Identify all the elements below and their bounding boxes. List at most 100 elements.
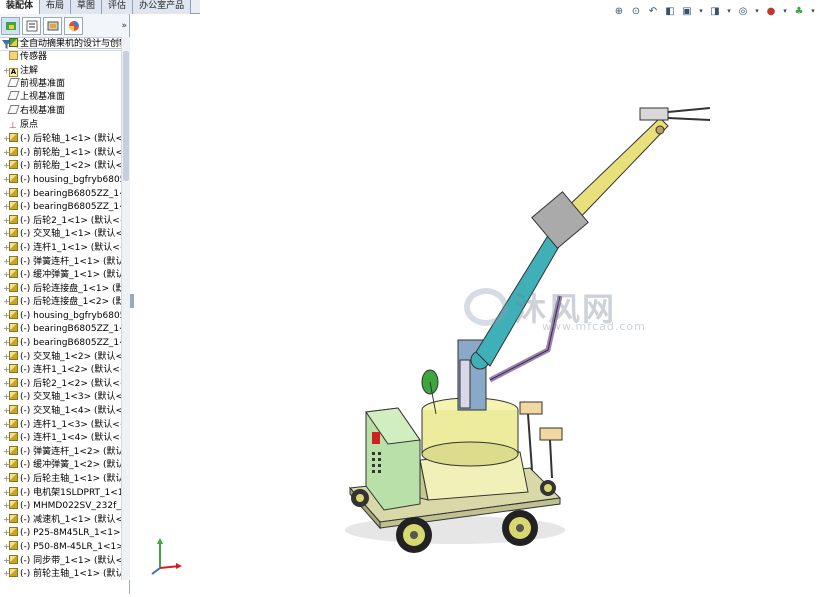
tree-item[interactable]: + (-) 交叉轴_1<2> (默认<< — [0, 350, 121, 364]
part-icon — [9, 405, 18, 415]
apply-scene-dropdown[interactable]: ▾ — [809, 4, 817, 18]
part-icon — [9, 377, 18, 387]
part-icon — [9, 459, 18, 469]
tree-item-label: (-) 缓冲弹簧_1<2> (默认 — [20, 460, 121, 471]
tree-item[interactable]: + (-) 后轮2_1<1> (默认<< — [0, 214, 121, 228]
tree-item[interactable]: + (-) 前轮主轴_1<1> (默认 — [0, 567, 121, 580]
wheel-front-right — [502, 510, 538, 546]
tree-item[interactable]: ⊥ 原点 — [0, 119, 121, 133]
tree-item[interactable]: +(-) bearingB6805ZZ_1<4 — [0, 336, 121, 350]
display-style-dropdown[interactable]: ▾ — [725, 4, 733, 18]
tree-item[interactable]: + (-) housing_bgfryb6805_ — [0, 173, 121, 187]
expand-panel-button[interactable]: » — [121, 21, 127, 31]
tree-item-label: (-) 连杆1_1<4> (默认<< — [20, 433, 121, 444]
part-icon — [9, 201, 18, 211]
tree-item[interactable]: + (-) 弹簧连杆_1<2> (默认 — [0, 445, 121, 459]
tree-item[interactable]: + (-) 连杆1_1<2> (默认<< — [0, 363, 121, 377]
part-icon — [9, 214, 18, 224]
section-view-icon[interactable]: ◧ — [663, 4, 677, 18]
part-icon — [9, 432, 18, 442]
tree-item-label: (-) 电机架1SLDPRT_1<1> — [20, 487, 121, 498]
tree-item[interactable]: + (-) 前轮胎_1<1> (默认<< — [0, 146, 121, 160]
command-tab-2[interactable]: 草图 — [71, 0, 103, 14]
tree-item[interactable]: +(-) bearingB6805ZZ_1<2 — [0, 200, 121, 214]
tree-item[interactable]: + (-) 连杆1_1<3> (默认<< — [0, 418, 121, 432]
tree-item-label: (-) 前轮主轴_1<1> (默认 — [20, 569, 121, 580]
folder-icon — [9, 50, 18, 60]
tree-item[interactable]: + (-) P25-8M45LR_1<1> ( — [0, 526, 121, 540]
tree-item[interactable]: + (-) 前轮胎_1<2> (默认<< — [0, 159, 121, 173]
tree-item-label: (-) bearingB6805ZZ_1<1 — [20, 188, 121, 199]
tree-item[interactable]: + (-) 后轮2_1<2> (默认<< — [0, 377, 121, 391]
propertymanager-icon[interactable] — [22, 16, 41, 35]
tree-item[interactable]: + (-) 交叉轴_1<1> (默认<< — [0, 227, 121, 241]
tree-item[interactable]: + (-) 弹簧连杆_1<1> (默认 — [0, 255, 121, 269]
tree-item[interactable]: + (-) 连杆1_1<1> (默认<< — [0, 241, 121, 255]
command-tab-3[interactable]: 评估 — [102, 0, 134, 14]
hide-show-dropdown[interactable]: ▾ — [753, 4, 761, 18]
tree-item[interactable]: +A 注解 — [0, 64, 121, 78]
tree-item[interactable]: + (-) 后轮连接盘_1<1> (默 — [0, 282, 121, 296]
part-icon — [9, 173, 18, 183]
display-style-icon[interactable]: ◨ — [708, 4, 722, 18]
tree-item[interactable]: 上视基准面 — [0, 91, 121, 105]
tree-item[interactable]: + (-) 交叉轴_1<4> (默认<< — [0, 404, 121, 418]
tree-item[interactable]: + (-) 后轮主轴_1<1> (默认 — [0, 472, 121, 486]
note-icon: A — [9, 68, 18, 78]
tree-item[interactable]: + (-) 电机架1SLDPRT_1<1> — [0, 486, 121, 500]
previous-view-icon[interactable]: ↶ — [646, 4, 660, 18]
heads-up-view-toolbar: ⊕ ⊙ ↶ ◧ ▣ ▾ ◨ ▾ ◎ ▾ ● ▾ ♣ ▾ ▤ ▾ — [612, 4, 820, 18]
part-icon — [9, 309, 18, 319]
zoom-area-icon[interactable]: ⊙ — [629, 4, 643, 18]
tree-item-label: (-) 交叉轴_1<4> (默认<< — [20, 406, 121, 417]
tree-item[interactable]: 传感器 — [0, 50, 121, 65]
zoom-to-fit-icon[interactable]: ⊕ — [612, 4, 626, 18]
tree-root[interactable]: − 全自动摘果机的设计与创新 — [0, 37, 121, 51]
plane-icon — [7, 91, 20, 101]
tree-item[interactable]: + (-) 后轮轴_1<1> (默认<< — [0, 132, 121, 146]
tree-item-label: 上视基准面 — [20, 92, 66, 103]
hide-show-icon[interactable]: ◎ — [736, 4, 750, 18]
tree-item-label: (-) 连杆1_1<2> (默认<< — [20, 365, 121, 376]
part-icon — [9, 323, 18, 333]
tree-item-label: (-) housing_bgfryb6805_ — [20, 310, 121, 321]
view-orientation-icon[interactable]: ▣ — [680, 4, 694, 18]
graphics-area[interactable]: 沐风网 www.mfcad.com — [134, 14, 820, 594]
tree-item[interactable]: 前视基准面 — [0, 77, 121, 92]
part-icon — [9, 486, 18, 496]
scroll-thumb[interactable] — [123, 51, 129, 181]
configurationmanager-icon[interactable] — [43, 16, 62, 35]
tree-scrollbar[interactable] — [121, 37, 130, 580]
part-icon — [9, 513, 18, 523]
watermark-logo-icon — [464, 288, 508, 326]
tree-item[interactable]: + (-) housing_bgfryb6805_ — [0, 309, 121, 323]
edit-appearance-icon[interactable]: ● — [764, 4, 778, 18]
tree-item-label: (-) bearingB6805ZZ_1<3 — [20, 324, 121, 335]
edit-appearance-dropdown[interactable]: ▾ — [781, 4, 789, 18]
featuremanager-icon[interactable] — [1, 16, 20, 35]
apply-scene-icon[interactable]: ♣ — [792, 4, 806, 18]
panel-toolbar: » — [0, 14, 129, 38]
command-tab-4[interactable]: 办公室产品 — [133, 0, 192, 14]
tree-item[interactable]: + (-) 缓冲弹簧_1<1> (默认 — [0, 268, 121, 282]
tree-item[interactable]: + (-) 交叉轴_1<3> (默认<< — [0, 390, 121, 404]
tree-item[interactable]: 右视基准面 — [0, 104, 121, 119]
tree-item[interactable]: + (-) P50-8M-45LR_1<1> — [0, 540, 121, 554]
view-orientation-dropdown[interactable]: ▾ — [697, 4, 705, 18]
tree-item[interactable]: + (-) 后轮连接盘_1<2> (默 — [0, 295, 121, 309]
part-icon — [9, 255, 18, 265]
tree-item-label: (-) 后轮连接盘_1<1> (默 — [20, 283, 121, 294]
tree-item[interactable]: + (-) 减速机_1<1> (默认<< — [0, 513, 121, 527]
tree-item[interactable]: + (-) 连杆1_1<4> (默认<< — [0, 431, 121, 445]
tree-item-label: (-) P25-8M45LR_1<1> ( — [20, 528, 121, 539]
tree-item[interactable]: + (-) 同步带_1<1> (默认<< — [0, 554, 121, 568]
tree-item-label: (-) 连杆1_1<1> (默认<< — [20, 242, 121, 253]
tree-item[interactable]: + (-) 缓冲弹簧_1<2> (默认 — [0, 458, 121, 472]
tree-item[interactable]: +(-) bearingB6805ZZ_1<1 — [0, 187, 121, 201]
part-icon — [9, 500, 18, 510]
displaymanager-icon[interactable] — [64, 16, 83, 35]
command-tab-0[interactable]: 装配体 — [0, 0, 41, 14]
tree-item[interactable]: + (-) MHMD022SV_232f_3 — [0, 499, 121, 513]
command-tab-1[interactable]: 布局 — [40, 0, 72, 14]
tree-item[interactable]: +(-) bearingB6805ZZ_1<3 — [0, 322, 121, 336]
